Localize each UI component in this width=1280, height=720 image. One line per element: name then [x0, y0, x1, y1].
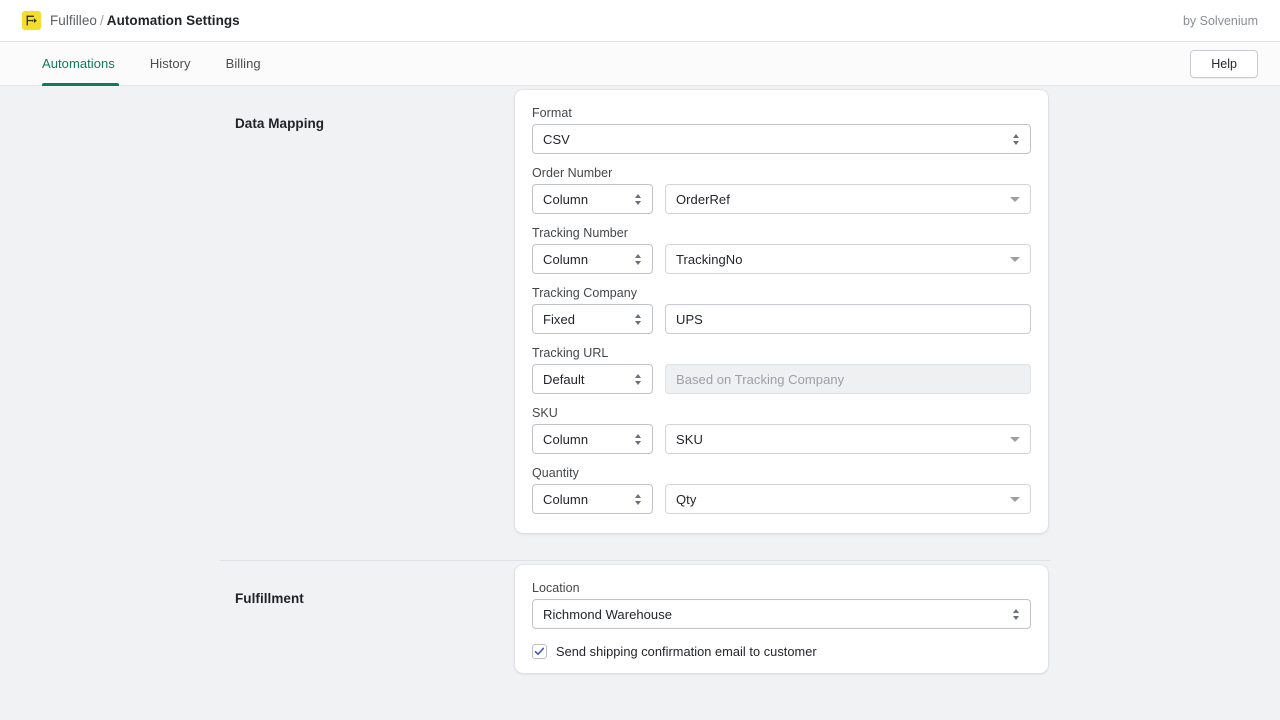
- tracking-number-mode-select[interactable]: Column: [532, 244, 653, 274]
- shipping-confirmation-checkbox[interactable]: [532, 644, 547, 659]
- updown-chevron-icon: [633, 372, 642, 386]
- tracking-company-mode-select[interactable]: Fixed: [532, 304, 653, 334]
- field-location: Location Richmond Warehouse: [532, 581, 1031, 629]
- updown-chevron-icon: [1011, 132, 1020, 146]
- field-order-number-label: Order Number: [532, 166, 1031, 180]
- field-tracking-number-label: Tracking Number: [532, 226, 1031, 240]
- section-data-mapping-title: Data Mapping: [235, 116, 515, 131]
- data-mapping-card: Format CSV Order Number Column: [515, 90, 1048, 533]
- tab-history-label: History: [150, 56, 191, 71]
- sku-mode-select[interactable]: Column: [532, 424, 653, 454]
- field-order-number: Order Number Column OrderRef: [532, 166, 1031, 214]
- field-tracking-url: Tracking URL Default Based on Tracking C…: [532, 346, 1031, 394]
- updown-chevron-icon: [1011, 607, 1020, 621]
- breadcrumb: Fulfilleo/Automation Settings: [50, 13, 240, 28]
- format-select[interactable]: CSV: [532, 124, 1031, 154]
- field-tracking-company-row: Fixed UPS: [532, 304, 1031, 334]
- updown-chevron-icon: [633, 192, 642, 206]
- tracking-url-text-input-disabled: Based on Tracking Company: [665, 364, 1031, 394]
- section-data-mapping-body: Format CSV Order Number Column: [515, 86, 1280, 533]
- field-sku-row: Column SKU: [532, 424, 1031, 454]
- chevron-down-icon: [1010, 437, 1020, 442]
- order-number-mode-select[interactable]: Column: [532, 184, 653, 214]
- field-tracking-company-label: Tracking Company: [532, 286, 1031, 300]
- tracking-url-mode-select[interactable]: Default: [532, 364, 653, 394]
- chevron-down-icon: [1010, 197, 1020, 202]
- breadcrumb-separator: /: [100, 13, 104, 28]
- tab-billing-label: Billing: [226, 56, 261, 71]
- tab-billing[interactable]: Billing: [213, 42, 274, 85]
- section-fulfillment-body: Location Richmond Warehouse Send shippin…: [515, 561, 1280, 673]
- quantity-column-value: Qty: [676, 492, 1004, 507]
- quantity-column-combobox[interactable]: Qty: [665, 484, 1031, 514]
- chevron-down-icon: [1010, 497, 1020, 502]
- updown-chevron-icon: [633, 312, 642, 326]
- tracking-url-placeholder: Based on Tracking Company: [676, 372, 844, 387]
- sku-column-value: SKU: [676, 432, 1004, 447]
- field-tracking-number-row: Column TrackingNo: [532, 244, 1031, 274]
- tab-list: Automations History Billing: [42, 42, 283, 85]
- section-data-mapping: Data Mapping Format CSV Order Number: [0, 86, 1280, 533]
- shipping-confirmation-checkbox-row[interactable]: Send shipping confirmation email to cust…: [532, 644, 1031, 673]
- tracking-company-value: UPS: [676, 312, 703, 327]
- field-sku: SKU Column SKU: [532, 406, 1031, 454]
- field-quantity: Quantity Column Qty: [532, 466, 1031, 514]
- page-title: Automation Settings: [107, 13, 240, 28]
- format-select-value: CSV: [543, 132, 1005, 147]
- fulfillment-card: Location Richmond Warehouse Send shippin…: [515, 565, 1048, 673]
- field-order-number-row: Column OrderRef: [532, 184, 1031, 214]
- order-number-column-value: OrderRef: [676, 192, 1004, 207]
- updown-chevron-icon: [633, 492, 642, 506]
- field-quantity-label: Quantity: [532, 466, 1031, 480]
- help-button[interactable]: Help: [1190, 50, 1258, 78]
- page-content: Data Mapping Format CSV Order Number: [0, 86, 1280, 720]
- updown-chevron-icon: [633, 432, 642, 446]
- field-tracking-url-row: Default Based on Tracking Company: [532, 364, 1031, 394]
- tracking-number-column-value: TrackingNo: [676, 252, 1004, 267]
- breadcrumb-app-name[interactable]: Fulfilleo: [50, 13, 97, 28]
- section-data-mapping-header: Data Mapping: [0, 86, 515, 533]
- tracking-url-mode-value: Default: [543, 372, 627, 387]
- tab-history[interactable]: History: [137, 42, 204, 85]
- tab-bar: Automations History Billing Help: [0, 42, 1280, 86]
- sku-mode-value: Column: [543, 432, 627, 447]
- updown-chevron-icon: [633, 252, 642, 266]
- section-fulfillment: Fulfillment Location Richmond Warehouse: [0, 561, 1280, 673]
- sku-column-combobox[interactable]: SKU: [665, 424, 1031, 454]
- tracking-company-mode-value: Fixed: [543, 312, 627, 327]
- field-format-label: Format: [532, 106, 1031, 120]
- check-icon: [534, 646, 545, 657]
- order-number-column-combobox[interactable]: OrderRef: [665, 184, 1031, 214]
- order-number-mode-value: Column: [543, 192, 627, 207]
- vendor-byline: by Solvenium: [1183, 14, 1258, 28]
- field-tracking-url-label: Tracking URL: [532, 346, 1031, 360]
- flow-branch-icon: [22, 11, 41, 30]
- brand: Fulfilleo/Automation Settings: [22, 11, 240, 30]
- tab-automations[interactable]: Automations: [42, 42, 128, 85]
- field-format: Format CSV: [532, 106, 1031, 154]
- quantity-mode-select[interactable]: Column: [532, 484, 653, 514]
- location-select-value: Richmond Warehouse: [543, 607, 1005, 622]
- tracking-number-column-combobox[interactable]: TrackingNo: [665, 244, 1031, 274]
- field-sku-label: SKU: [532, 406, 1031, 420]
- tab-automations-label: Automations: [42, 56, 115, 71]
- field-quantity-row: Column Qty: [532, 484, 1031, 514]
- tracking-number-mode-value: Column: [543, 252, 627, 267]
- location-select[interactable]: Richmond Warehouse: [532, 599, 1031, 629]
- top-bar: Fulfilleo/Automation Settings by Solveni…: [0, 0, 1280, 42]
- field-tracking-number: Tracking Number Column TrackingNo: [532, 226, 1031, 274]
- tracking-company-text-input[interactable]: UPS: [665, 304, 1031, 334]
- shipping-confirmation-label[interactable]: Send shipping confirmation email to cust…: [556, 644, 817, 659]
- chevron-down-icon: [1010, 257, 1020, 262]
- section-fulfillment-title: Fulfillment: [235, 591, 515, 606]
- section-fulfillment-header: Fulfillment: [0, 561, 515, 673]
- quantity-mode-value: Column: [543, 492, 627, 507]
- field-location-label: Location: [532, 581, 1031, 595]
- field-tracking-company: Tracking Company Fixed UPS: [532, 286, 1031, 334]
